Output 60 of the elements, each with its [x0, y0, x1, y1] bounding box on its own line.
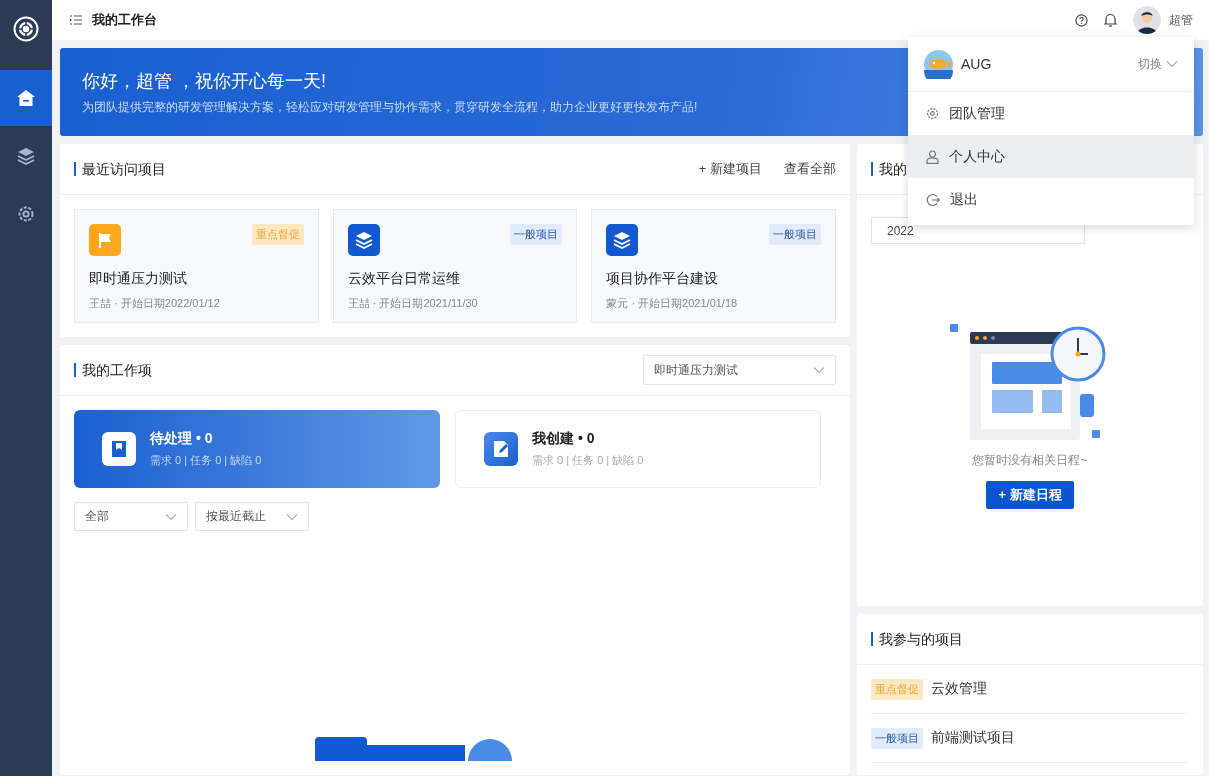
- layers-icon: [16, 146, 36, 166]
- project-card[interactable]: 一般项目 云效平台日常运维 王喆 · 开始日期2021/11/30: [332, 209, 578, 323]
- fish-avatar-icon: [924, 49, 953, 79]
- card-action-link[interactable]: 查看全部: [784, 160, 836, 178]
- user-name[interactable]: 超管: [1169, 11, 1193, 29]
- layers-icon: [347, 224, 380, 256]
- work-tab[interactable]: 我创建 • 0 需求 0 | 任务 0 | 缺陷 0: [455, 410, 821, 488]
- project-link[interactable]: 前端测试项目: [931, 729, 1015, 747]
- project-card[interactable]: 重点督促 即时通压力测试 王喆 · 开始日期2022/01/12: [74, 209, 319, 323]
- switch-account-link[interactable]: 切换: [1138, 55, 1178, 73]
- settings-icon: [926, 107, 939, 120]
- layers-icon: [606, 224, 639, 256]
- tab-stats: 需求 0 | 任务 0 | 缺陷 0: [532, 453, 644, 468]
- flag-icon: [89, 224, 121, 256]
- project-name: 云效平台日常运维: [347, 270, 461, 288]
- tab-label: 待处理 • 0: [150, 430, 214, 448]
- filter-select[interactable]: 全部: [74, 502, 188, 531]
- tab-label: 我创建 • 0: [532, 430, 596, 448]
- edit-note-icon: [484, 432, 518, 466]
- project-tag: 一般项目: [510, 224, 563, 245]
- logout-icon: [926, 192, 940, 207]
- project-meta: 王喆 · 开始日期2022/01/12: [89, 296, 221, 311]
- card-action-link[interactable]: + 新建项目: [698, 160, 762, 178]
- project-card[interactable]: 一般项目 项目协作平台建设 蒙元 · 开始日期2021/01/18: [591, 209, 836, 323]
- project-tag: 重点督促: [871, 678, 923, 700]
- page-title: 我的工作台: [92, 11, 157, 29]
- filter-select[interactable]: 按最近截止: [195, 502, 309, 531]
- bookmark-icon: [102, 432, 136, 466]
- chevron-down-icon: [286, 512, 298, 521]
- card-title: 最近访问项目: [74, 162, 166, 176]
- project-name: 项目协作平台建设: [606, 270, 720, 288]
- greeting-text: 你好，超管 ，祝你开心每一天!: [82, 69, 326, 93]
- project-link[interactable]: 云效管理: [931, 680, 987, 698]
- banner-subtitle: 为团队提供完整的研发管理解决方案，轻松应对研发管理与协作需求，贯穿研发全流程，助力企业更好更快发布产品!: [82, 98, 698, 116]
- work-tab[interactable]: 待处理 • 0 需求 0 | 任务 0 | 缺陷 0: [74, 410, 440, 488]
- project-meta: 蒙元 · 开始日期2021/01/18: [606, 296, 739, 311]
- project-tag: 一般项目: [769, 224, 821, 245]
- card-title: 我的工作项: [74, 363, 152, 377]
- help-icon[interactable]: [1075, 13, 1088, 27]
- menu-item[interactable]: 团队管理: [908, 92, 1194, 135]
- project-select[interactable]: 即时通压力测试: [643, 355, 836, 385]
- avatar-icon[interactable]: [1133, 6, 1161, 34]
- chevron-down-icon: [165, 512, 177, 521]
- new-schedule-button[interactable]: + 新建日程: [986, 481, 1074, 509]
- card-title: 我参与的项目: [871, 632, 963, 646]
- account-name: AUG: [961, 56, 992, 72]
- project-meta: 王喆 · 开始日期2021/11/30: [347, 296, 479, 311]
- sidebar-item[interactable]: [0, 70, 52, 126]
- bell-icon[interactable]: [1104, 13, 1117, 27]
- settings-icon: [16, 204, 36, 224]
- project-tag: 重点督促: [251, 224, 304, 245]
- project-tag: 一般项目: [871, 727, 923, 749]
- chevron-down-icon: [813, 366, 825, 374]
- tab-stats: 需求 0 | 任务 0 | 缺陷 0: [150, 453, 262, 468]
- empty-message: 您暂时没有相关日程~: [972, 452, 1088, 469]
- logo-icon: [13, 16, 39, 42]
- project-name: 即时通压力测试: [89, 270, 188, 288]
- home-icon: [16, 89, 36, 107]
- menu-item[interactable]: 个人中心: [908, 135, 1194, 178]
- user-icon: [926, 149, 939, 164]
